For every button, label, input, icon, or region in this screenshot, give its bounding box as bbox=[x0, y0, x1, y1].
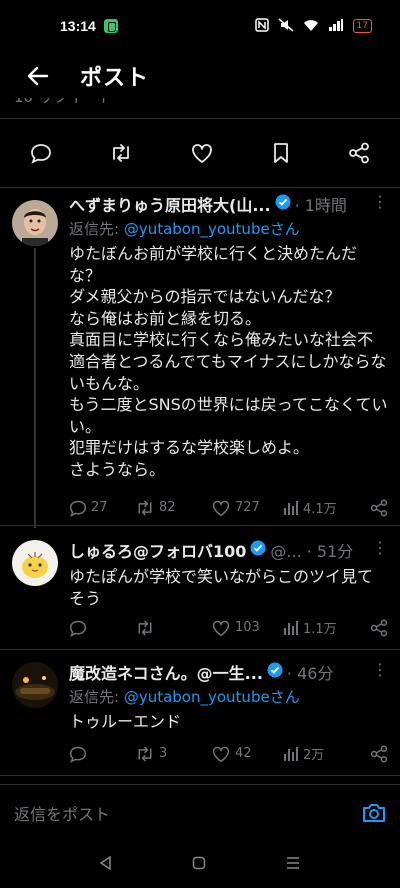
retweet-icon[interactable] bbox=[109, 142, 133, 164]
tweet-stats: 27 82 727 4.1万 bbox=[69, 498, 388, 517]
reply-count[interactable] bbox=[69, 745, 135, 763]
nav-recents-icon[interactable] bbox=[285, 855, 301, 874]
avatar[interactable] bbox=[12, 662, 58, 708]
share-icon[interactable] bbox=[370, 744, 388, 763]
view-count[interactable]: 2万 bbox=[283, 744, 353, 763]
like-count[interactable]: 103 bbox=[211, 619, 283, 637]
share-icon[interactable] bbox=[348, 142, 370, 164]
author-name[interactable]: へずまりゅう原田将大(山... bbox=[69, 192, 271, 216]
status-icons: 17 bbox=[254, 17, 372, 35]
author-name[interactable]: 魔改造ネコさん。@一生... bbox=[69, 660, 263, 684]
reply-count[interactable]: 27 bbox=[69, 499, 135, 517]
reply-tweet[interactable]: へずまりゅう原田将大(山... · 1時間 ⋮ 返信先: @yutabon_yo… bbox=[0, 188, 400, 528]
retweet-count[interactable]: 82 bbox=[135, 499, 211, 517]
retweet-count[interactable]: 3 bbox=[135, 745, 211, 763]
thread-line bbox=[34, 248, 36, 528]
more-options-icon[interactable]: ⋮ bbox=[372, 538, 388, 557]
battery-indicator: 17 bbox=[352, 19, 372, 33]
status-bar: 13:14 17 bbox=[0, 0, 400, 52]
author-name[interactable]: しゅるろ@フォロバ100 bbox=[69, 538, 246, 562]
tweet-stats: 103 1.1万 bbox=[69, 618, 388, 637]
tweet-text: ゆたぼんお前が学校に行くと決めたんだな？ ダメ親父からの指示ではないんだな？ な… bbox=[69, 244, 388, 479]
more-options-icon[interactable]: ⋮ bbox=[372, 192, 388, 211]
retweet-count-peek: 10 リツイート bbox=[14, 98, 134, 108]
tweet-text: トゥルーエンド bbox=[69, 712, 182, 731]
post-time: · 46分 bbox=[286, 664, 334, 683]
avatar[interactable] bbox=[12, 200, 58, 246]
reply-to: 返信先: @yutabon_youtubeさん bbox=[69, 688, 300, 706]
back-arrow-icon[interactable] bbox=[18, 66, 58, 86]
page-title: ポスト bbox=[80, 66, 150, 91]
reply-tweet[interactable]: しゅるろ@フォロバ100 @... · 51分 ⋮ ゆたぽんが学校で笑いながらこ… bbox=[0, 526, 400, 650]
wifi-icon bbox=[303, 18, 319, 35]
reply-composer[interactable]: 返信をポスト bbox=[0, 784, 400, 840]
more-options-icon[interactable]: ⋮ bbox=[372, 660, 388, 679]
verified-badge-icon bbox=[275, 194, 291, 214]
post-time: · 1時間 bbox=[294, 196, 347, 215]
share-icon[interactable] bbox=[370, 498, 388, 517]
post-time: @... · 51分 bbox=[270, 542, 354, 561]
view-count[interactable]: 1.1万 bbox=[283, 618, 353, 637]
system-nav-bar bbox=[0, 840, 400, 888]
signal-icon bbox=[328, 18, 344, 35]
status-time: 13:14 bbox=[60, 18, 96, 34]
like-count[interactable]: 727 bbox=[211, 499, 283, 517]
share-icon[interactable] bbox=[370, 618, 388, 637]
reply-tweet[interactable]: 魔改造ネコさん。@一生... · 46分 ⋮ 返信先: @yutabon_you… bbox=[0, 650, 400, 776]
reply-to-handle[interactable]: @yutabon_youtubeさん bbox=[124, 220, 300, 238]
tweet-stats: 3 42 2万 bbox=[69, 744, 388, 763]
reply-count[interactable] bbox=[69, 619, 135, 637]
post-action-bar bbox=[0, 118, 400, 188]
reply-to-handle[interactable]: @yutabon_youtubeさん bbox=[124, 688, 300, 706]
camera-icon[interactable] bbox=[362, 803, 386, 823]
like-count[interactable]: 42 bbox=[211, 745, 283, 763]
reply-to: 返信先: @yutabon_youtubeさん bbox=[69, 220, 300, 238]
retweet-count[interactable] bbox=[135, 619, 211, 637]
app-bar: ポスト bbox=[0, 52, 400, 100]
avatar[interactable] bbox=[12, 540, 58, 586]
app-notification-icon bbox=[103, 19, 118, 33]
nav-back-icon[interactable] bbox=[99, 855, 113, 874]
reply-icon[interactable] bbox=[30, 142, 52, 164]
tweet-text: ゆたぽんが学校で笑いながらこのツイ見てそう bbox=[69, 567, 374, 608]
nav-home-icon[interactable] bbox=[192, 855, 206, 874]
view-count[interactable]: 4.1万 bbox=[283, 498, 353, 517]
mute-icon bbox=[278, 17, 294, 35]
nfc-icon bbox=[254, 17, 269, 35]
verified-badge-icon bbox=[267, 662, 283, 682]
reply-input[interactable]: 返信をポスト bbox=[14, 801, 110, 825]
verified-badge-icon bbox=[250, 540, 266, 560]
like-icon[interactable] bbox=[190, 142, 214, 164]
bookmark-icon[interactable] bbox=[271, 142, 291, 164]
